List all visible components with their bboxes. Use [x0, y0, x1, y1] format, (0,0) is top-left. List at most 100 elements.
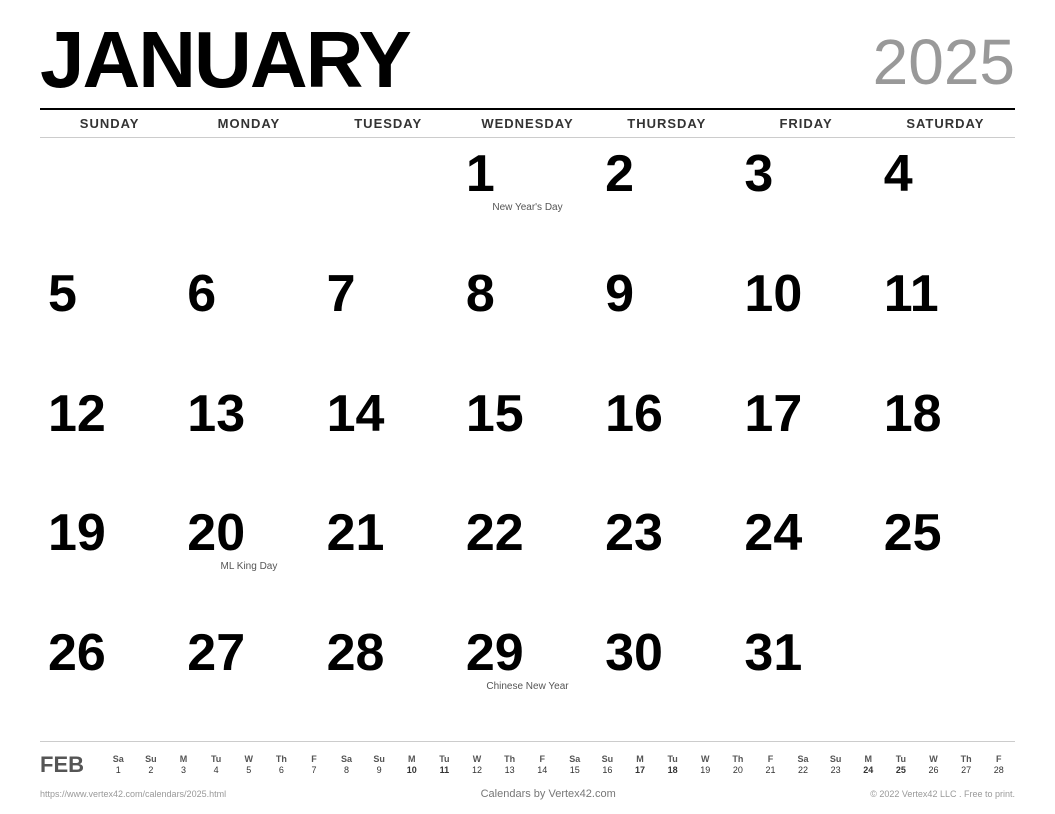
day-header: SATURDAY — [876, 116, 1015, 131]
mini-month-label: FEB — [40, 752, 90, 778]
mini-day-header: Th — [722, 754, 755, 764]
day-number: 27 — [187, 627, 245, 679]
calendar-cell: 21 — [319, 501, 458, 621]
mini-day: 18 — [656, 764, 689, 776]
day-number: 20 — [187, 507, 245, 559]
mini-day-headers: SaSuMTuWThFSaSuMTuWThFSaSuMTuWThFSaSuMTu… — [102, 754, 1015, 764]
calendar-cell: 14 — [319, 382, 458, 502]
mini-day: 10 — [395, 764, 428, 776]
mini-day: 2 — [135, 764, 168, 776]
mini-day: 17 — [624, 764, 657, 776]
day-number: 24 — [744, 507, 802, 559]
footer-center: Calendars by Vertex42.com — [481, 788, 616, 800]
mini-day-header: Tu — [428, 754, 461, 764]
calendar-cell: 25 — [876, 501, 1015, 621]
mini-day-header: Su — [591, 754, 624, 764]
calendar-cell: 12 — [40, 382, 179, 502]
day-number: 16 — [605, 388, 663, 440]
day-number: 18 — [884, 388, 942, 440]
day-number: 1 — [466, 148, 495, 200]
mini-day: 21 — [754, 764, 787, 776]
calendar-cell: 13 — [179, 382, 318, 502]
mini-day: 9 — [363, 764, 396, 776]
mini-calendar-section: FEB SaSuMTuWThFSaSuMTuWThFSaSuMTuWThFSaS… — [40, 741, 1015, 782]
mini-day-header: Sa — [330, 754, 363, 764]
day-number: 4 — [884, 148, 913, 200]
holiday-label: New Year's Day — [466, 202, 589, 214]
day-number: 9 — [605, 268, 634, 320]
mini-day-header: M — [852, 754, 885, 764]
day-number: 31 — [744, 627, 802, 679]
calendar-cell: 9 — [597, 262, 736, 382]
mini-day-header: Su — [135, 754, 168, 764]
footer-left: https://www.vertex42.com/calendars/2025.… — [40, 789, 226, 799]
calendar-cell: 31 — [736, 621, 875, 741]
day-number: 22 — [466, 507, 524, 559]
day-number: 26 — [48, 627, 106, 679]
day-header: SUNDAY — [40, 116, 179, 131]
holiday-label: Chinese New Year — [466, 681, 589, 693]
mini-day-header: Tu — [200, 754, 233, 764]
calendar-cell: 10 — [736, 262, 875, 382]
calendar-cell: 5 — [40, 262, 179, 382]
day-number: 17 — [744, 388, 802, 440]
footer: https://www.vertex42.com/calendars/2025.… — [40, 782, 1015, 804]
mini-day: 13 — [493, 764, 526, 776]
calendar-cell: 27 — [179, 621, 318, 741]
calendar-cell: 30 — [597, 621, 736, 741]
calendar-cell: 7 — [319, 262, 458, 382]
calendar-cell: 11 — [876, 262, 1015, 382]
calendar-cell: 17 — [736, 382, 875, 502]
mini-day: 24 — [852, 764, 885, 776]
day-header: THURSDAY — [597, 116, 736, 131]
mini-day: 5 — [232, 764, 265, 776]
mini-day-header: Su — [819, 754, 852, 764]
calendar-cell: 24 — [736, 501, 875, 621]
mini-day: 11 — [428, 764, 461, 776]
day-number: 8 — [466, 268, 495, 320]
calendar-cell: 26 — [40, 621, 179, 741]
day-number: 28 — [327, 627, 385, 679]
day-number: 11 — [884, 268, 939, 320]
calendar-header: JANUARY 2025 — [40, 20, 1015, 100]
mini-day: 20 — [722, 764, 755, 776]
day-header: WEDNESDAY — [458, 116, 597, 131]
mini-day: 4 — [200, 764, 233, 776]
mini-day-header: W — [232, 754, 265, 764]
mini-day: 23 — [819, 764, 852, 776]
mini-day-header: F — [982, 754, 1015, 764]
day-number: 3 — [744, 148, 773, 200]
calendar-cell: 1 New Year's Day — [458, 142, 597, 262]
calendar-cell: 29Chinese New Year — [458, 621, 597, 741]
day-number: 14 — [327, 388, 385, 440]
day-number: 2 — [605, 148, 634, 200]
calendar-cell: 22 — [458, 501, 597, 621]
mini-day: 1 — [102, 764, 135, 776]
day-headers-row: SUNDAYMONDAYTUESDAYWEDNESDAYTHURSDAYFRID… — [40, 108, 1015, 138]
mini-day-header: Su — [363, 754, 396, 764]
day-number: 19 — [48, 507, 106, 559]
mini-day-header: Sa — [102, 754, 135, 764]
mini-weeks: 1234567891011121314151617181920212223242… — [102, 764, 1015, 776]
mini-day: 25 — [885, 764, 918, 776]
month-title: JANUARY — [40, 20, 410, 100]
calendar-cell — [876, 621, 1015, 741]
mini-day: 26 — [917, 764, 950, 776]
mini-day: 28 — [982, 764, 1015, 776]
mini-day-header: Tu — [656, 754, 689, 764]
mini-day: 8 — [330, 764, 363, 776]
day-number: 21 — [327, 507, 385, 559]
calendar-cell: 19 — [40, 501, 179, 621]
day-number: 12 — [48, 388, 106, 440]
calendar-cell: 6 — [179, 262, 318, 382]
mini-day: 27 — [950, 764, 983, 776]
calendar-grid: 1New Year's Day2345678910111213141516171… — [40, 142, 1015, 741]
calendar-cell — [179, 142, 318, 262]
mini-day: 12 — [461, 764, 494, 776]
mini-day: 16 — [591, 764, 624, 776]
calendar-cell — [319, 142, 458, 262]
mini-day-header: W — [917, 754, 950, 764]
mini-day-header: M — [624, 754, 657, 764]
mini-day-header: F — [298, 754, 331, 764]
mini-day: 22 — [787, 764, 820, 776]
